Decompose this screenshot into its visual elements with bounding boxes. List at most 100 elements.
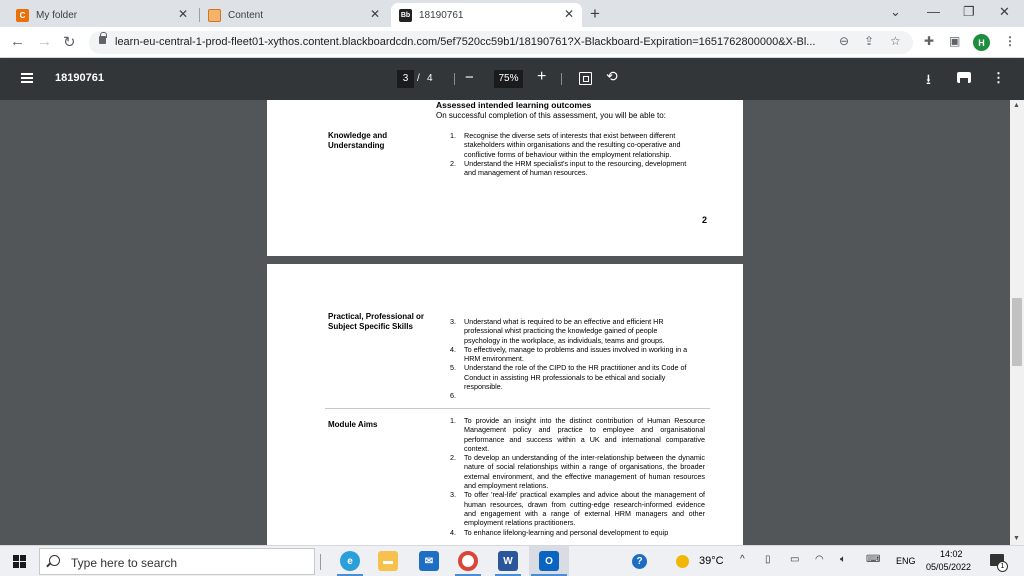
tab-favicon-icon: C	[16, 8, 29, 22]
list-item: 4. To enhance lifelong-learning and perso…	[450, 527, 669, 537]
table-divider	[325, 408, 710, 409]
speaker-muted-icon[interactable]: 🔈︎	[840, 554, 846, 565]
vertical-scrollbar[interactable]: ▲ ▼	[1010, 100, 1024, 545]
list-item: 2. To develop an understanding of the int…	[450, 453, 705, 491]
rotate-icon[interactable]: ⟲	[606, 68, 618, 85]
list-item: 6.	[450, 391, 456, 401]
knowledge-label: Knowledge and Understanding	[328, 131, 388, 150]
device-icon[interactable]: ▯	[765, 554, 771, 565]
skills-outcomes-list: 3. Understand what is required to be an e…	[450, 317, 692, 400]
tab-label: 18190761	[419, 9, 464, 21]
list-item: 5. Understand the role of the CIPD to the…	[450, 363, 687, 392]
list-item: 2. Understand the HRM specialist's input …	[450, 158, 687, 178]
tab-strip: C My folder ✕ Content ✕ Bb 18190761 ✕ + …	[0, 0, 1024, 27]
fit-to-page-icon[interactable]	[579, 72, 592, 85]
back-icon[interactable]: ←	[10, 33, 25, 50]
share-icon[interactable]: ⇪	[864, 34, 874, 48]
zoom-level-input[interactable]: 75%	[494, 70, 523, 88]
list-item: 4. To effectively, manage to problems and…	[450, 344, 688, 364]
taskbar-search-box[interactable]: Type here to search	[39, 548, 315, 575]
bookmark-star-icon[interactable]: ☆	[890, 34, 901, 48]
lock-icon[interactable]	[99, 32, 107, 44]
tab-my-folder[interactable]: C My folder ✕	[8, 3, 196, 27]
close-window-icon[interactable]: ✕	[999, 4, 1010, 20]
scrollbar-thumb[interactable]	[1012, 298, 1022, 366]
windows-taskbar: Type here to search e ▬ ✉ W O ? 39°C ^ ▯…	[0, 545, 1024, 576]
wifi-icon[interactable]: ◠	[815, 554, 824, 565]
display-icon[interactable]: ▭	[790, 554, 799, 565]
url-text[interactable]: learn-eu-central-1-prod-fleet01-xythos.c…	[115, 36, 815, 48]
tab-label: My folder	[36, 9, 78, 21]
clock-time[interactable]: 14:02	[940, 549, 963, 559]
document-title: 18190761	[55, 72, 104, 84]
list-item: 3. Understand what is required to be an e…	[450, 317, 665, 345]
windows-start-icon[interactable]	[13, 555, 26, 568]
download-icon[interactable]: ⭳	[926, 69, 931, 93]
section-heading: Assessed intended learning outcomes	[436, 100, 592, 110]
pdf-page: Assessed intended learning outcomes On s…	[267, 100, 743, 256]
toolbar-divider	[561, 73, 562, 85]
show-hidden-icons-icon[interactable]: ^	[740, 554, 745, 565]
more-actions-icon[interactable]: ⋮	[992, 70, 1005, 86]
help-icon[interactable]: ?	[632, 554, 647, 569]
address-bar-row: ← → ↻ learn-eu-central-1-prod-fleet01-xy…	[0, 27, 1024, 58]
weather-temperature[interactable]: 39°C	[699, 555, 724, 567]
search-icon	[49, 555, 60, 566]
reload-icon[interactable]: ↻	[63, 33, 76, 51]
clock-date[interactable]: 05/05/2022	[926, 562, 971, 572]
close-tab-icon[interactable]: ✕	[370, 7, 380, 21]
scroll-up-icon[interactable]: ▲	[1013, 102, 1020, 109]
module-aims-label: Module Aims	[328, 420, 378, 429]
menu-icon[interactable]	[21, 73, 33, 83]
close-tab-icon[interactable]: ✕	[178, 7, 188, 21]
list-item: 1. To provide an insight into the distinc…	[450, 416, 705, 453]
page-number: 2	[702, 215, 708, 225]
taskbar-divider	[320, 554, 321, 570]
intro-text: On successful completion of this assessm…	[436, 111, 666, 120]
keyboard-icon[interactable]: ⌨	[866, 554, 880, 565]
close-tab-icon[interactable]: ✕	[564, 7, 574, 21]
outlook-icon[interactable]: O	[539, 551, 559, 571]
tab-favicon-icon	[208, 8, 221, 22]
page-separator: /	[417, 73, 420, 84]
tab-search-icon[interactable]: ⌄	[890, 4, 901, 20]
zoom-in-button[interactable]: +	[537, 68, 546, 86]
file-explorer-icon[interactable]: ▬	[378, 551, 398, 571]
scroll-down-icon[interactable]: ▼	[1013, 535, 1020, 542]
edge-icon[interactable]: e	[340, 551, 360, 571]
tab-label: Content	[228, 9, 264, 21]
list-item: 3. To offer 'real-life' practical example…	[450, 490, 705, 528]
mail-icon[interactable]: ✉	[419, 551, 439, 571]
pdf-viewer[interactable]: Assessed intended learning outcomes On s…	[0, 100, 1010, 545]
search-placeholder[interactable]: Type here to search	[71, 556, 177, 570]
restore-icon[interactable]: ❐	[963, 4, 975, 20]
input-language[interactable]: ENG	[896, 556, 916, 566]
side-panel-icon[interactable]: ▣	[949, 34, 960, 48]
minimize-icon[interactable]: —	[927, 4, 940, 19]
zoom-icon[interactable]: ⊖	[839, 34, 849, 48]
weather-sun-icon[interactable]	[676, 555, 689, 568]
zoom-out-button[interactable]: −	[465, 69, 474, 86]
list-item: 1. Recognise the diverse sets of interest…	[450, 131, 681, 159]
extensions-icon[interactable]: ✚	[924, 34, 934, 48]
toolbar-divider	[454, 73, 455, 85]
knowledge-outcomes-list: 1. Recognise the diverse sets of interest…	[450, 131, 692, 177]
tab-18190761[interactable]: Bb 18190761 ✕	[391, 3, 582, 27]
blackboard-favicon-icon: Bb	[399, 8, 412, 22]
notification-badge: 1	[997, 561, 1008, 572]
print-icon[interactable]	[957, 72, 971, 83]
omnibox[interactable]: learn-eu-central-1-prod-fleet01-xythos.c…	[89, 31, 913, 54]
pdf-toolbar: 18190761 3 / 4 − 75% + ⟲ ⭳ ⋮	[0, 58, 1024, 100]
new-tab-button[interactable]: +	[590, 4, 600, 24]
module-aims-list: 1. To provide an insight into the distinc…	[450, 416, 705, 537]
profile-avatar[interactable]: H	[973, 34, 990, 51]
browser-menu-icon[interactable]: ⋮	[1004, 34, 1016, 48]
skills-label: Practical, Professional or Subject Speci…	[328, 312, 425, 331]
chrome-icon[interactable]	[458, 551, 478, 571]
page-total: 4	[427, 73, 433, 84]
word-icon[interactable]: W	[498, 551, 518, 571]
tab-content[interactable]: Content ✕	[200, 3, 388, 27]
forward-icon[interactable]: →	[37, 33, 52, 50]
pdf-page: Practical, Professional or Subject Speci…	[267, 264, 743, 545]
page-number-input[interactable]: 3	[397, 70, 414, 88]
